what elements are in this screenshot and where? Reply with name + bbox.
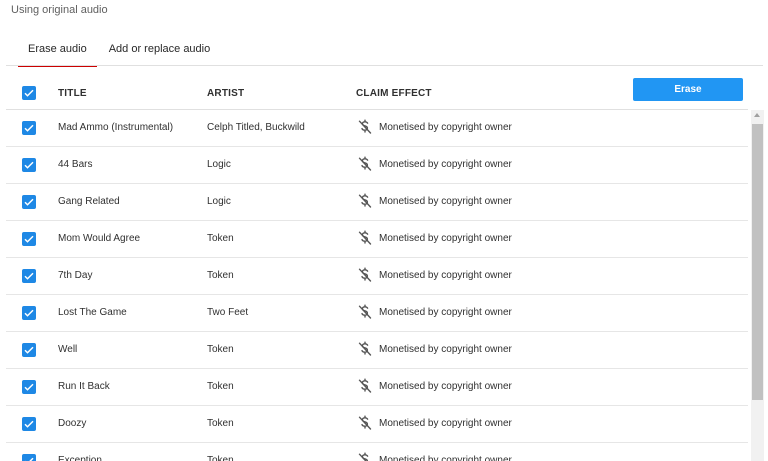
row-checkbox[interactable] — [22, 269, 36, 283]
scroll-up-arrow-icon[interactable] — [754, 113, 760, 117]
row-claim-effect: Monetised by copyright owner — [379, 122, 512, 133]
row-title: Lost The Game — [58, 307, 127, 318]
table-row[interactable]: Doozy Token Monetised by copyright owner — [6, 406, 748, 443]
column-header-claim-effect[interactable]: CLAIM EFFECT — [356, 88, 432, 99]
table-header: TITLE ARTIST CLAIM EFFECT Erase — [6, 78, 748, 110]
row-claim-effect: Monetised by copyright owner — [379, 381, 512, 392]
checkmark-icon — [24, 346, 34, 354]
monetized-dollar-icon — [358, 378, 372, 394]
select-all-checkbox[interactable] — [22, 86, 36, 100]
row-claim-effect: Monetised by copyright owner — [379, 307, 512, 318]
row-checkbox[interactable] — [22, 195, 36, 209]
row-claim-effect: Monetised by copyright owner — [379, 196, 512, 207]
monetized-dollar-icon — [358, 230, 372, 246]
row-artist: Token — [207, 344, 234, 355]
monetized-dollar-icon — [358, 415, 372, 431]
row-artist: Token — [207, 418, 234, 429]
monetized-dollar-icon — [358, 452, 372, 461]
row-artist: Logic — [207, 196, 231, 207]
monetized-dollar-icon — [358, 119, 372, 135]
row-title: 44 Bars — [58, 159, 93, 170]
row-claim-effect: Monetised by copyright owner — [379, 159, 512, 170]
checkmark-icon — [24, 272, 34, 280]
row-checkbox[interactable] — [22, 306, 36, 320]
checkmark-icon — [24, 383, 34, 391]
checkmark-icon — [24, 235, 34, 243]
claims-table-body: Mad Ammo (Instrumental) Celph Titled, Bu… — [6, 110, 748, 461]
row-title: Mad Ammo (Instrumental) — [58, 122, 174, 133]
audio-status-text: Using original audio — [11, 4, 108, 16]
table-row[interactable]: Gang Related Logic Monetised by copyrigh… — [6, 184, 748, 221]
row-title: 7th Day — [58, 270, 93, 281]
table-row[interactable]: Exception Token Monetised by copyright o… — [6, 443, 748, 461]
checkmark-icon — [24, 124, 34, 132]
monetized-dollar-icon — [358, 156, 372, 172]
checkmark-icon — [24, 309, 34, 317]
row-claim-effect: Monetised by copyright owner — [379, 455, 512, 461]
erase-button[interactable]: Erase — [633, 78, 743, 101]
table-row[interactable]: Mad Ammo (Instrumental) Celph Titled, Bu… — [6, 110, 748, 147]
row-title: Run It Back — [58, 381, 110, 392]
table-row[interactable]: Lost The Game Two Feet Monetised by copy… — [6, 295, 748, 332]
row-artist: Token — [207, 455, 234, 461]
row-title: Gang Related — [58, 196, 120, 207]
row-checkbox[interactable] — [22, 121, 36, 135]
checkmark-icon — [24, 198, 34, 206]
row-title: Exception — [58, 455, 102, 461]
row-artist: Token — [207, 270, 234, 281]
column-header-title[interactable]: TITLE — [58, 88, 87, 99]
tab-add-replace-audio[interactable]: Add or replace audio — [99, 40, 221, 67]
row-checkbox[interactable] — [22, 158, 36, 172]
row-title: Mom Would Agree — [58, 233, 141, 244]
table-row[interactable]: Well Token Monetised by copyright owner — [6, 332, 748, 369]
monetized-dollar-icon — [358, 341, 372, 357]
table-row[interactable]: 44 Bars Logic Monetised by copyright own… — [6, 147, 748, 184]
checkmark-icon — [24, 420, 34, 428]
table-row[interactable]: Run It Back Token Monetised by copyright… — [6, 369, 748, 406]
row-artist: Logic — [207, 159, 231, 170]
table-row[interactable]: Mom Would Agree Token Monetised by copyr… — [6, 221, 748, 258]
tab-erase-audio[interactable]: Erase audio — [18, 40, 97, 67]
row-checkbox[interactable] — [22, 343, 36, 357]
row-claim-effect: Monetised by copyright owner — [379, 270, 512, 281]
row-title: Well — [58, 344, 78, 355]
audio-tabs: Erase audio Add or replace audio — [18, 40, 222, 67]
monetized-dollar-icon — [358, 193, 372, 209]
row-title: Doozy — [58, 418, 87, 429]
table-row[interactable]: 7th Day Token Monetised by copyright own… — [6, 258, 748, 295]
row-checkbox[interactable] — [22, 454, 36, 461]
monetized-dollar-icon — [358, 304, 372, 320]
checkmark-icon — [25, 457, 34, 461]
row-artist: Token — [207, 381, 234, 392]
row-checkbox[interactable] — [22, 232, 36, 246]
row-artist: Celph Titled, Buckwild — [207, 122, 305, 133]
row-claim-effect: Monetised by copyright owner — [379, 344, 512, 355]
tabs-divider — [6, 65, 763, 66]
row-artist: Two Feet — [207, 307, 249, 318]
row-checkbox[interactable] — [22, 417, 36, 431]
checkmark-icon — [24, 161, 34, 169]
scrollbar-thumb[interactable] — [752, 124, 763, 400]
checkmark-icon — [24, 89, 34, 97]
table-scrollbar[interactable] — [751, 110, 764, 461]
row-claim-effect: Monetised by copyright owner — [379, 418, 512, 429]
row-claim-effect: Monetised by copyright owner — [379, 233, 512, 244]
row-artist: Token — [207, 233, 234, 244]
column-header-artist[interactable]: ARTIST — [207, 88, 244, 99]
row-checkbox[interactable] — [22, 380, 36, 394]
monetized-dollar-icon — [358, 267, 372, 283]
